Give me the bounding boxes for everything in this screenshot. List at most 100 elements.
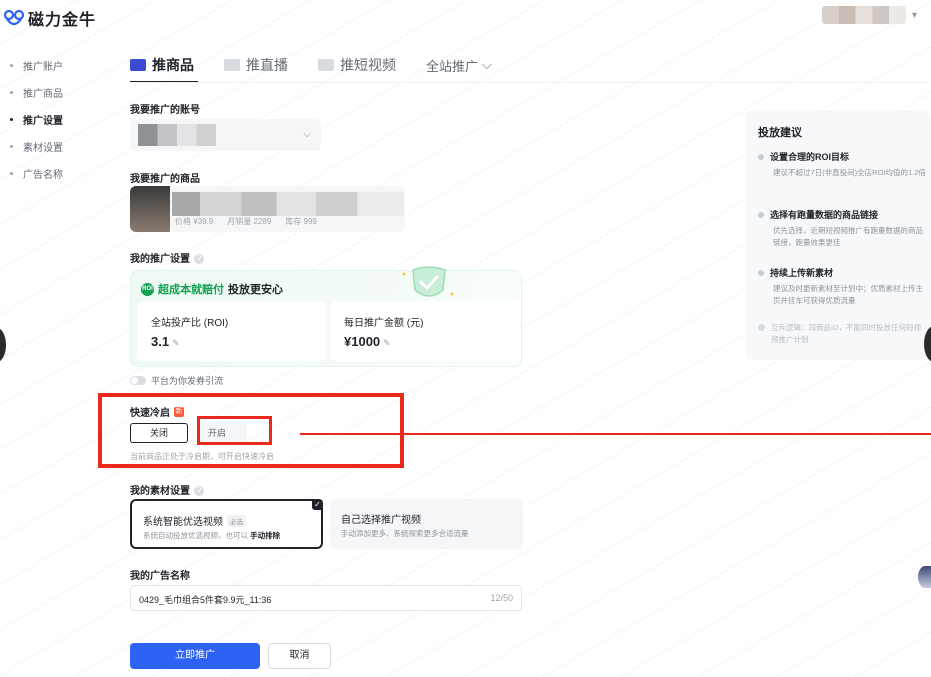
- live-icon: [224, 59, 240, 71]
- advice-title: 投放建议: [758, 127, 802, 139]
- top-header: 磁力金牛 ▾: [0, 0, 931, 32]
- page: 磁力金牛 ▾ 推广账户 推广商品 推广设置 素材设置 广告名称 推商品 推直播 …: [0, 0, 931, 677]
- coupon-toggle-row: 平台为你发券引流: [130, 374, 223, 387]
- assistant-icon[interactable]: [918, 566, 931, 588]
- roi-setting-card[interactable]: 全站投产比 (ROI) 3.1 ✎: [137, 301, 327, 361]
- promotion-type-tabs: 推商品 推直播 推短视频 全站推广 ⌵: [130, 48, 492, 83]
- sidebar-item-product[interactable]: 推广商品: [0, 79, 100, 106]
- bullet-icon: [758, 153, 764, 160]
- account-select[interactable]: ⌵: [130, 119, 321, 151]
- tab-promote-live[interactable]: 推直播: [224, 48, 288, 82]
- sidebar-item-label: 广告名称: [23, 170, 63, 181]
- manual-exclude-link[interactable]: 手动排除: [250, 531, 280, 540]
- left-edge-handle[interactable]: [0, 328, 6, 362]
- advice-note: 互斥逻辑：同商品ID，不能同时投放任何短视频推广计划: [758, 322, 926, 346]
- product-card[interactable]: 价格 ¥39.9 月销量 2289 库存 999: [130, 186, 405, 232]
- advice-item-desc: 建议不超过7日(非直投间)全店ROI均值的1.2倍: [773, 168, 926, 177]
- ad-name-char-counter: 12/50: [490, 593, 513, 603]
- promo-settings-label: 我的推广设置?: [130, 250, 204, 265]
- budget-value: ¥1000: [344, 334, 381, 349]
- banner-green-text: 超成本就赔付: [158, 284, 224, 296]
- app-logo[interactable]: 磁力金牛: [4, 6, 96, 30]
- product-icon: [130, 59, 146, 71]
- edit-icon[interactable]: ✎: [383, 338, 391, 348]
- banner-dark-text: 投放更安心: [228, 284, 283, 296]
- material-option-smart[interactable]: 系统智能优选视频 必选 系统自动投放优选视频，也可以 手动排除 ✓: [130, 499, 323, 549]
- tab-label: 推直播: [246, 57, 288, 73]
- required-tag: 必选: [227, 514, 246, 527]
- sidebar-item-label: 素材设置: [23, 143, 63, 154]
- material-option-title-row: 自己选择推广视频: [341, 511, 421, 526]
- info-icon: [758, 324, 765, 331]
- advice-item-title: 选择有跑量数据的商品链接: [770, 210, 879, 220]
- coupon-toggle-switch[interactable]: [130, 376, 146, 385]
- product-meta: 价格 ¥39.9 月销量 2289 库存 999: [175, 216, 317, 227]
- step-nav: 推广账户 推广商品 推广设置 素材设置 广告名称: [0, 52, 100, 187]
- tab-promote-short-video[interactable]: 推短视频: [318, 48, 396, 82]
- product-stock: 库存 999: [285, 217, 317, 226]
- advice-item-desc: 优先选择，近期短视频推广有跑量数据的商品链接，跑量效果更佳: [773, 226, 923, 247]
- video-icon: [318, 59, 334, 71]
- product-price: 价格 ¥39.9: [175, 217, 214, 226]
- banner-headline: ROI 超成本就赔付 投放更安心: [141, 281, 283, 297]
- cancel-button[interactable]: 取消: [268, 643, 331, 669]
- sidebar-item-material[interactable]: 素材设置: [0, 133, 100, 160]
- advice-item: 设置合理的ROI目标 建议不超过7日(非直投间)全店ROI均值的1.2倍: [758, 150, 926, 179]
- edit-icon[interactable]: ✎: [172, 338, 180, 348]
- roi-value: 3.1: [151, 334, 170, 349]
- tab-promote-product[interactable]: 推商品: [130, 48, 198, 83]
- material-section-label: 我的素材设置?: [130, 482, 204, 497]
- advice-item-title: 持续上传新素材: [770, 268, 834, 278]
- user-menu[interactable]: ▾: [821, 6, 917, 24]
- info-icon[interactable]: ?: [194, 486, 204, 497]
- material-option-desc-text: 系统自动投放优选视频，也可以: [143, 531, 248, 540]
- advice-item-heading: 设置合理的ROI目标: [758, 150, 926, 163]
- bullet-icon: [10, 91, 13, 94]
- chevron-down-icon[interactable]: ▾: [912, 10, 917, 21]
- ad-name-value: 0429_毛巾组合5件套9.9元_11:36: [139, 595, 272, 605]
- sidebar-item-label: 推广商品: [23, 89, 63, 100]
- sidebar-item-label: 推广设置: [23, 116, 63, 127]
- advice-item-desc: 建议及时更新素材至计划中；优质素材上传主页并挂车可获得优质流量: [773, 284, 923, 305]
- coupon-toggle-label: 平台为你发券引流: [151, 376, 224, 386]
- shield-check-icon: [402, 266, 454, 297]
- daily-budget-card[interactable]: 每日推广金额 (元) ¥1000 ✎: [330, 301, 520, 361]
- advice-item-title: 设置合理的ROI目标: [770, 152, 850, 162]
- submit-promotion-button[interactable]: 立即推广: [130, 643, 260, 669]
- material-option-title: 自己选择推广视频: [341, 515, 421, 526]
- sidebar-item-account[interactable]: 推广账户: [0, 52, 100, 79]
- material-option-title-row: 系统智能优选视频 必选: [143, 513, 246, 528]
- advice-panel: 投放建议 设置合理的ROI目标 建议不超过7日(非直投间)全店ROI均值的1.2…: [745, 110, 931, 360]
- advice-item: 选择有跑量数据的商品链接 优先选择，近期短视频推广有跑量数据的商品链接，跑量效果…: [758, 208, 926, 249]
- advice-item-heading: 选择有跑量数据的商品链接: [758, 208, 926, 221]
- logo-icon: [4, 9, 24, 26]
- sidebar-item-ad-name[interactable]: 广告名称: [0, 160, 100, 187]
- promo-settings-title: 我的推广设置: [130, 254, 190, 265]
- check-icon: ✓: [312, 499, 323, 510]
- material-option-manual[interactable]: 自己选择推广视频 手动添加更多、系统探索更多合适流量: [330, 499, 523, 549]
- advice-note-text: 互斥逻辑：同商品ID，不能同时投放任何短视频推广计划: [771, 323, 921, 344]
- bullet-icon: [10, 118, 13, 121]
- advice-item: 持续上传新素材 建议及时更新素材至计划中；优质素材上传主页并挂车可获得优质流量: [758, 266, 926, 307]
- info-icon[interactable]: ?: [194, 254, 204, 265]
- budget-value-group: ¥1000 ✎: [344, 334, 391, 349]
- chevron-down-icon: ⌵: [482, 57, 492, 72]
- bullet-icon: [10, 172, 13, 175]
- divider: [130, 82, 930, 83]
- material-option-desc: 手动添加更多、系统探索更多合适流量: [341, 529, 469, 538]
- tab-label: 推短视频: [340, 57, 396, 73]
- budget-title: 每日推广金额 (元): [344, 318, 424, 329]
- site-wide-promotion-dropdown[interactable]: 全站推广 ⌵: [426, 56, 492, 75]
- product-title-redacted: [172, 192, 404, 216]
- sidebar-item-label: 推广账户: [23, 62, 63, 73]
- sidebar-item-settings[interactable]: 推广设置: [0, 106, 100, 133]
- material-option-desc: 系统自动投放优选视频，也可以 手动排除: [143, 530, 280, 541]
- avatar[interactable]: [821, 6, 906, 24]
- material-section-title: 我的素材设置: [130, 486, 190, 497]
- roi-title: 全站投产比 (ROI): [151, 318, 229, 329]
- bullet-icon: [10, 64, 13, 67]
- bullet-icon: [10, 145, 13, 148]
- account-name-redacted: [138, 124, 216, 146]
- ad-name-input[interactable]: 0429_毛巾组合5件套9.9元_11:36 12/50: [130, 585, 522, 611]
- annotation-line: [300, 433, 931, 435]
